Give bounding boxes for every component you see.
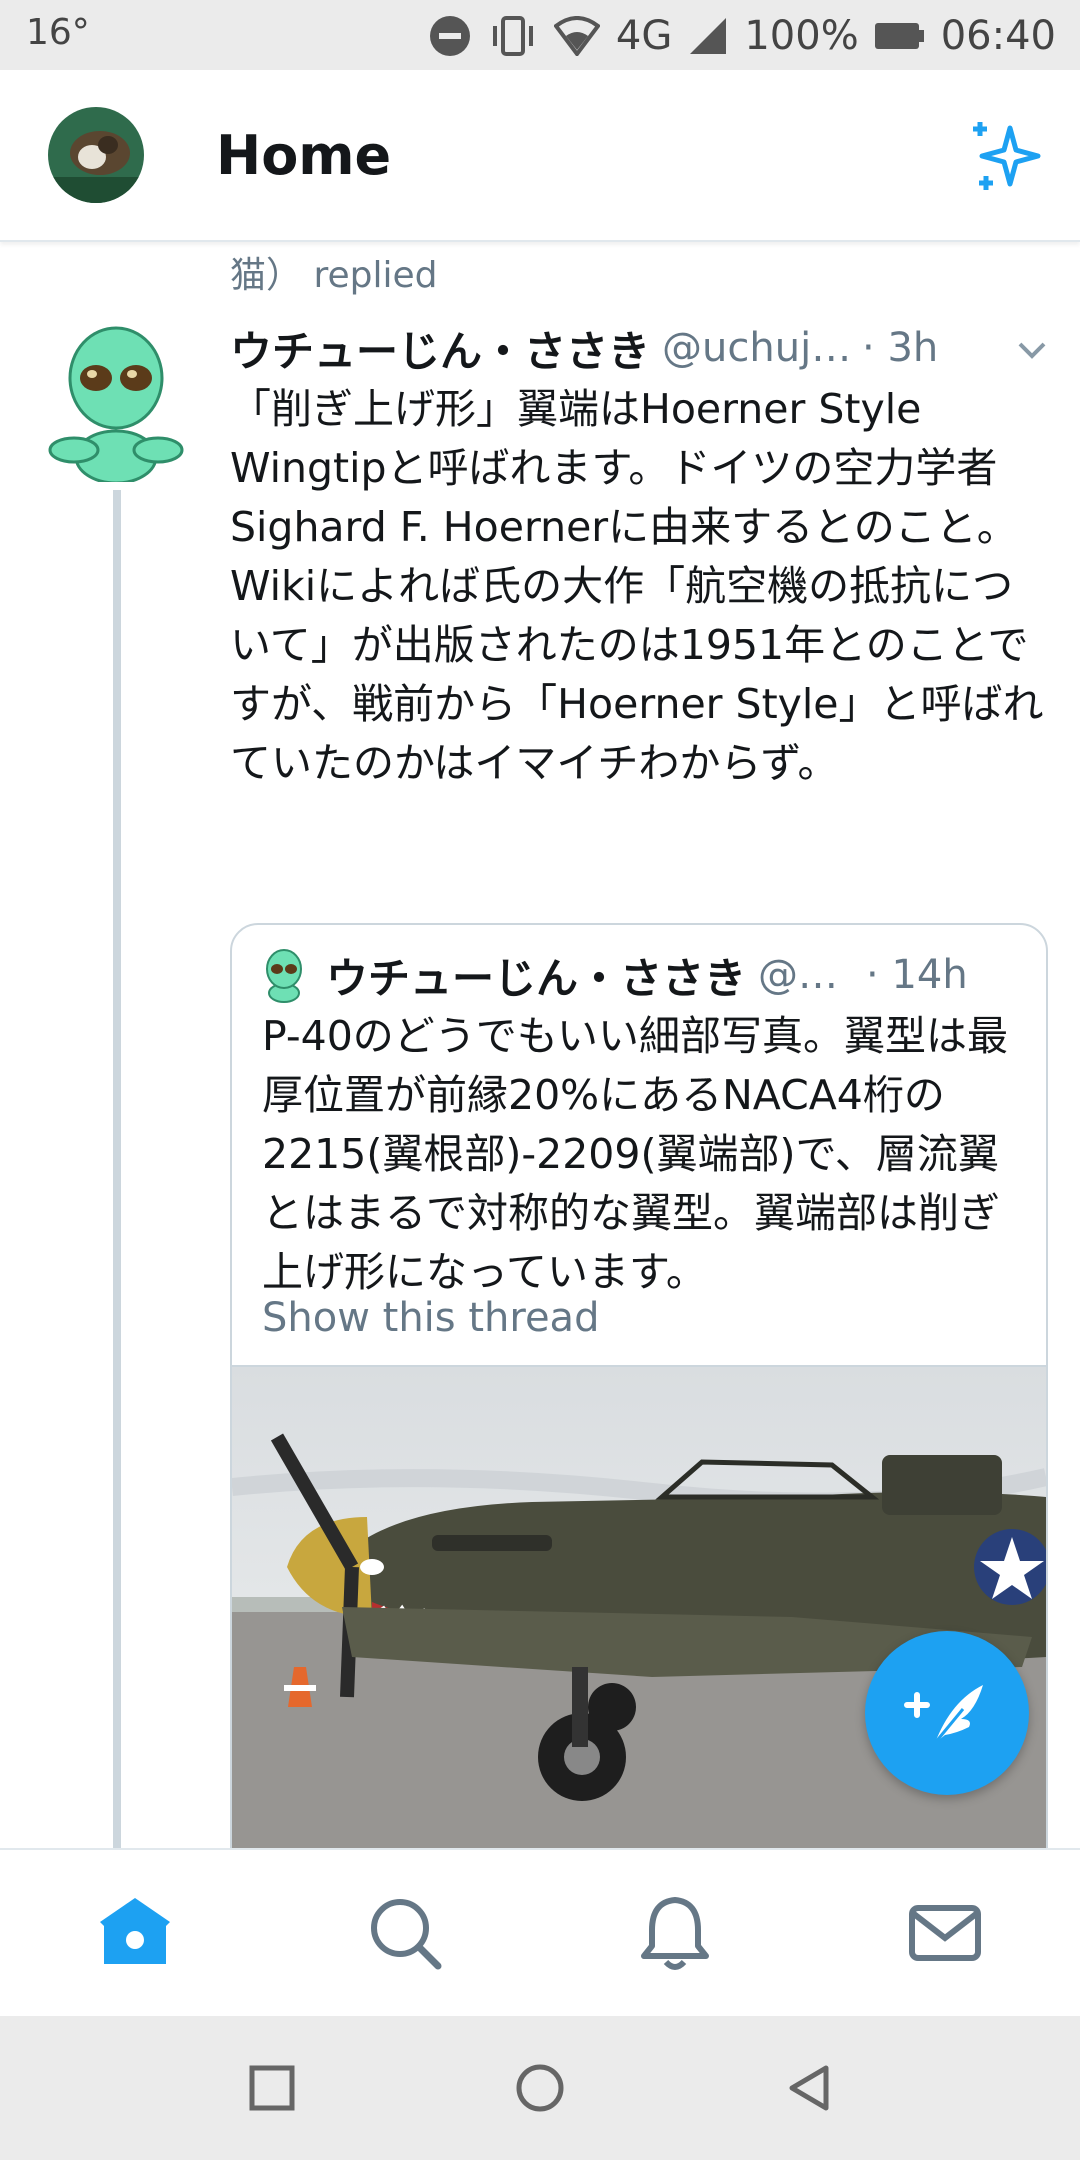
quoted-tweet-text: P-40のどうでもいい細部写真。翼型は最厚位置が前縁20%にあるNACA4桁の2… (262, 1012, 1008, 1296)
home-circle-icon[interactable] (512, 2060, 568, 2116)
tweet-time: · 3h (862, 325, 939, 371)
author-avatar[interactable] (44, 322, 188, 482)
battery-icon (874, 23, 924, 49)
sparkle-icon[interactable] (968, 120, 1042, 194)
back-icon[interactable] (782, 2060, 838, 2116)
app-header: Home (0, 70, 1080, 242)
signal-icon (690, 18, 727, 54)
battery-percent: 100% (744, 13, 859, 59)
bottom-navigation (0, 1848, 1080, 2018)
tweet[interactable]: ウチューじん・ささき @uchuji... · 3h 「削ぎ上げ形」翼端はHoe… (230, 316, 1050, 793)
notifications-icon[interactable] (630, 1888, 720, 1978)
quoted-author-handle: @u... (758, 952, 849, 998)
search-icon[interactable] (360, 1888, 450, 1978)
quoted-tweet-header: ウチューじん・ささき @u... · 14h (258, 945, 1020, 1005)
system-navigation (0, 2016, 1080, 2160)
temperature-text: 16° (26, 12, 90, 53)
quoted-tweet-time: · 14h (866, 952, 968, 998)
clock: 06:40 (940, 13, 1056, 59)
compose-tweet-button[interactable] (865, 1631, 1029, 1795)
quoted-author-avatar (266, 949, 302, 1003)
timeline[interactable]: 猫） replied ウチューじん・ささき @uchuji... · 3h 「削… (0, 242, 1080, 1848)
thread-connector (113, 490, 121, 1848)
messages-icon[interactable] (900, 1888, 990, 1978)
compose-feather-icon (904, 1685, 983, 1744)
quoted-author-name: ウチューじん・ささき (326, 953, 747, 1003)
page-title: Home (216, 124, 392, 187)
home-icon[interactable] (90, 1888, 180, 1978)
reply-context: 猫） replied (230, 255, 438, 296)
recents-icon[interactable] (244, 2060, 300, 2116)
author-name[interactable]: ウチューじん・ささき (230, 318, 650, 379)
network-type: 4G (615, 13, 673, 59)
chevron-down-icon[interactable] (1014, 332, 1050, 368)
author-handle[interactable]: @uchuji... (662, 325, 852, 371)
show-thread-link[interactable]: Show this thread (262, 1295, 599, 1341)
status-icons: 4G 100% 06:40 (428, 8, 1056, 64)
tweet-text: 「削ぎ上げ形」翼端はHoerner Style Wingtipと呼ばれます。ドイ… (230, 385, 1044, 787)
wifi-icon (553, 16, 600, 56)
status-bar: 16° 4G 100% 06:40 (0, 0, 1080, 70)
tweet-header: ウチューじん・ささき @uchuji... · 3h (230, 316, 1050, 380)
vibrate-icon (492, 16, 533, 56)
dnd-icon (429, 16, 470, 56)
profile-avatar[interactable] (48, 107, 144, 203)
